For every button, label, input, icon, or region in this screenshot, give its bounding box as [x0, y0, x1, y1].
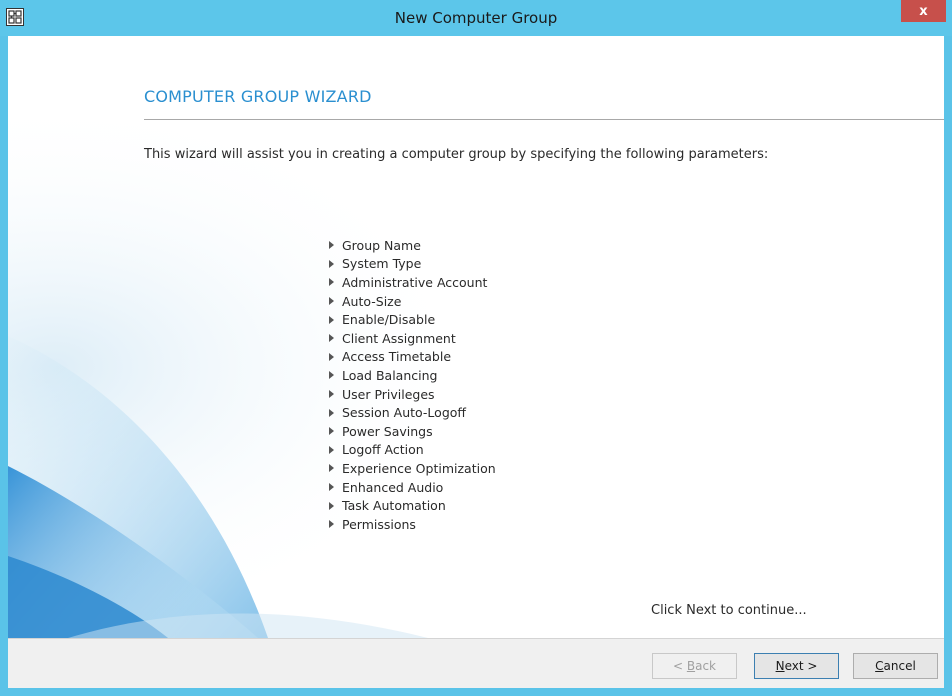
next-button-mnemonic: N [775, 659, 785, 673]
button-bar: < Back Next > Cancel [8, 638, 944, 688]
cancel-button[interactable]: Cancel [853, 653, 938, 679]
close-button[interactable]: x [901, 0, 946, 22]
parameter-label: Session Auto-Logoff [342, 405, 467, 421]
triangle-right-icon [329, 334, 334, 343]
parameter-list: Group Name System Type Administrative Ac… [326, 236, 496, 534]
list-item: System Type [326, 255, 496, 274]
parameter-label: Enable/Disable [342, 312, 436, 328]
parameter-label: Task Automation [342, 498, 446, 514]
list-item: Power Savings [326, 422, 496, 441]
next-button[interactable]: Next > [754, 653, 839, 679]
cancel-button-rest: ancel [883, 659, 916, 673]
parameter-label: Load Balancing [342, 367, 438, 383]
parameter-label: Client Assignment [342, 330, 456, 346]
triangle-right-icon [329, 445, 334, 454]
list-item: Load Balancing [326, 366, 496, 385]
back-button-prefix: < [672, 659, 687, 673]
list-item: Enhanced Audio [326, 478, 496, 497]
parameter-label: System Type [342, 256, 422, 272]
triangle-right-icon [329, 259, 334, 268]
list-item: Task Automation [326, 496, 496, 515]
parameter-label: Permissions [342, 516, 416, 532]
list-item: Group Name [326, 236, 496, 255]
parameter-label: Power Savings [342, 423, 433, 439]
parameter-label: Group Name [342, 237, 421, 253]
list-item: Permissions [326, 515, 496, 534]
parameter-label: Access Timetable [342, 349, 452, 365]
wizard-heading: COMPUTER GROUP WIZARD [144, 87, 372, 106]
next-button-rest: ext > [784, 659, 818, 673]
triangle-right-icon [329, 464, 334, 473]
wizard-content: COMPUTER GROUP WIZARD This wizard will a… [8, 36, 944, 638]
list-item: Enable/Disable [326, 310, 496, 329]
triangle-right-icon [329, 427, 334, 436]
back-button-mnemonic: B [686, 659, 696, 673]
close-icon: x [919, 3, 928, 19]
triangle-right-icon [329, 278, 334, 287]
list-item: Administrative Account [326, 273, 496, 292]
cancel-button-mnemonic: C [875, 659, 884, 673]
back-button-rest: ack [695, 659, 716, 673]
triangle-right-icon [329, 408, 334, 417]
parameter-label: Experience Optimization [342, 460, 496, 476]
list-item: Auto-Size [326, 292, 496, 311]
parameter-label: Administrative Account [342, 274, 488, 290]
triangle-right-icon [329, 315, 334, 324]
wizard-intro: This wizard will assist you in creating … [144, 147, 769, 162]
list-item: Logoff Action [326, 441, 496, 460]
window-title: New Computer Group [394, 9, 558, 27]
title-bar[interactable]: New Computer Group x [0, 0, 952, 36]
parameter-label: Logoff Action [342, 442, 424, 458]
list-item: Experience Optimization [326, 459, 496, 478]
heading-divider [144, 119, 944, 120]
list-item: Session Auto-Logoff [326, 403, 496, 422]
triangle-right-icon [329, 501, 334, 510]
list-item: Client Assignment [326, 329, 496, 348]
parameter-label: Enhanced Audio [342, 479, 444, 495]
list-item: Access Timetable [326, 348, 496, 367]
continue-hint: Click Next to continue... [651, 603, 807, 618]
list-item: User Privileges [326, 385, 496, 404]
back-button[interactable]: < Back [652, 653, 737, 679]
triangle-right-icon [329, 520, 334, 529]
triangle-right-icon [329, 352, 334, 361]
triangle-right-icon [329, 241, 334, 250]
parameter-label: User Privileges [342, 386, 435, 402]
dialog-window: New Computer Group x COMPUTER GROUP WIZA… [0, 0, 952, 696]
triangle-right-icon [329, 297, 334, 306]
parameter-label: Auto-Size [342, 293, 402, 309]
triangle-right-icon [329, 390, 334, 399]
triangle-right-icon [329, 371, 334, 380]
triangle-right-icon [329, 483, 334, 492]
